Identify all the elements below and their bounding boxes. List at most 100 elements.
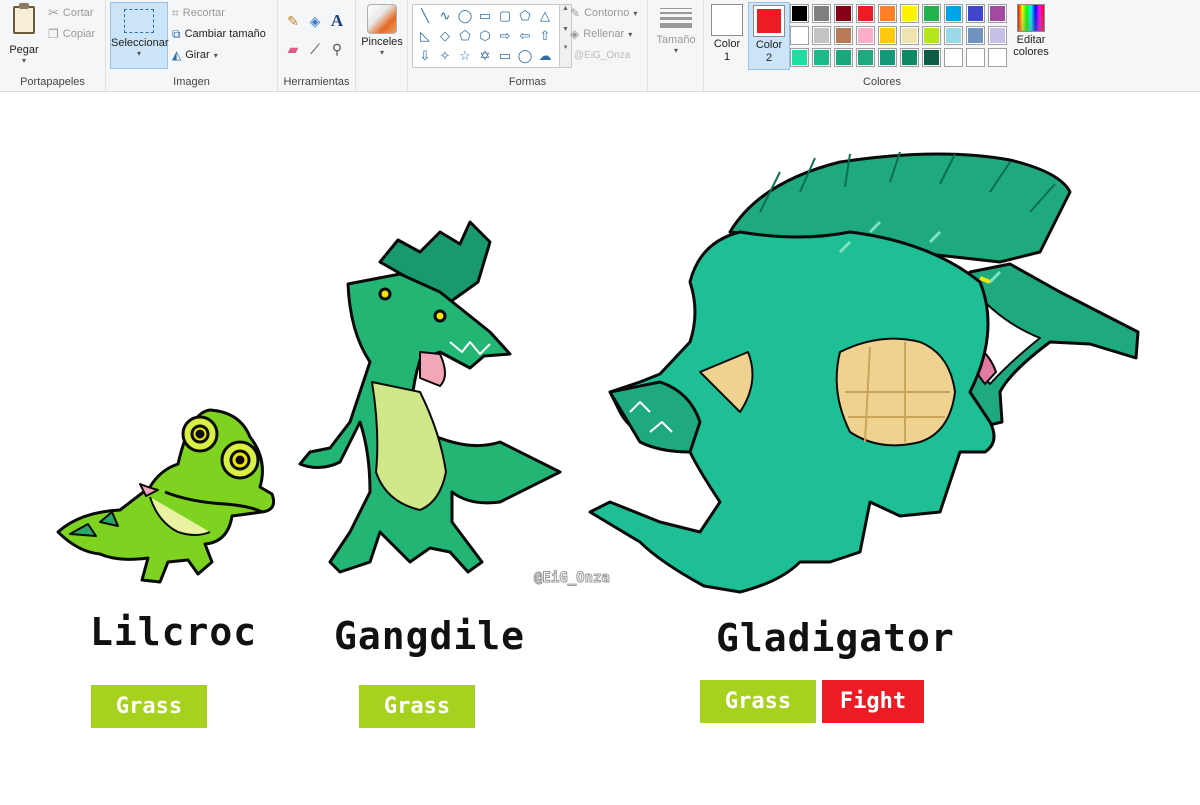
tools-group-label: Herramientas bbox=[283, 76, 350, 88]
star5-shape-icon[interactable]: ☆ bbox=[455, 46, 475, 66]
outline-button[interactable]: ✎ Contorno ▾ bbox=[570, 3, 637, 23]
rotate-button[interactable]: ◭ Girar ▾ bbox=[172, 45, 218, 65]
color1-number: 1 bbox=[723, 51, 731, 63]
select-button[interactable]: Seleccionar ▾ bbox=[110, 2, 168, 69]
tools-group: ✎ ◈ A ▰ ⟋ ⚲ Herramientas bbox=[278, 0, 356, 91]
chevron-down-icon: ▾ bbox=[21, 56, 26, 65]
palette-color-swatch[interactable] bbox=[988, 26, 1007, 45]
palette-color-swatch[interactable] bbox=[878, 48, 897, 67]
star4-shape-icon[interactable]: ✧ bbox=[435, 46, 455, 66]
rectangle-shape-icon[interactable]: ▭ bbox=[475, 6, 495, 26]
palette-color-swatch[interactable] bbox=[834, 48, 853, 67]
triangle-shape-icon[interactable]: △ bbox=[535, 6, 555, 26]
eraser-icon[interactable]: ▰ bbox=[284, 40, 302, 58]
oval-shape-icon[interactable]: ◯ bbox=[455, 6, 475, 26]
crop-icon: ⌗ bbox=[172, 5, 179, 20]
palette-color-swatch[interactable] bbox=[834, 26, 853, 45]
palette-color-swatch[interactable] bbox=[944, 48, 963, 67]
size-group: Tamaño ▾ bbox=[648, 0, 704, 91]
palette-color-swatch[interactable] bbox=[966, 4, 985, 23]
color1-button[interactable]: Color 1 bbox=[706, 2, 748, 70]
gangdile-sprite bbox=[298, 220, 562, 574]
right-triangle-shape-icon[interactable]: ◺ bbox=[415, 26, 435, 46]
fill-bucket-icon[interactable]: ◈ bbox=[306, 12, 324, 30]
palette-color-swatch[interactable] bbox=[966, 26, 985, 45]
chevron-down-icon: ▾ bbox=[136, 49, 141, 58]
chevron-down-icon: ▾ bbox=[633, 8, 638, 18]
palette-color-swatch[interactable] bbox=[790, 4, 809, 23]
color2-button[interactable]: Color 2 bbox=[748, 2, 790, 70]
callout-oval-shape-icon[interactable]: ◯ bbox=[515, 46, 535, 66]
palette-color-swatch[interactable] bbox=[944, 4, 963, 23]
arrow-down-shape-icon[interactable]: ⇩ bbox=[415, 46, 435, 66]
gangdile-name: Gangdile bbox=[334, 614, 526, 658]
copy-icon: ❐ bbox=[48, 27, 59, 41]
palette-color-swatch[interactable] bbox=[900, 4, 919, 23]
arrow-left-shape-icon[interactable]: ⇦ bbox=[515, 26, 535, 46]
brushes-button[interactable]: Pinceles ▾ bbox=[360, 4, 404, 66]
diamond-shape-icon[interactable]: ◇ bbox=[435, 26, 455, 46]
crop-button[interactable]: ⌗ Recortar bbox=[172, 3, 225, 23]
palette-color-swatch[interactable] bbox=[812, 26, 831, 45]
size-button[interactable]: Tamaño ▾ bbox=[656, 4, 696, 66]
rotate-icon: ◭ bbox=[172, 48, 182, 62]
resize-button[interactable]: ⧉ Cambiar tamaño bbox=[172, 24, 266, 44]
palette-color-swatch[interactable] bbox=[922, 48, 941, 67]
palette-color-swatch[interactable] bbox=[922, 26, 941, 45]
edit-colors-button[interactable]: Editar colores bbox=[1008, 4, 1054, 68]
star6-shape-icon[interactable]: ✡ bbox=[475, 46, 495, 66]
cut-button[interactable]: ✂ Cortar bbox=[48, 3, 93, 23]
copy-button[interactable]: ❐ Copiar bbox=[48, 24, 95, 44]
rounded-rectangle-shape-icon[interactable]: ▢ bbox=[495, 6, 515, 26]
palette-color-swatch[interactable] bbox=[790, 26, 809, 45]
arrow-right-shape-icon[interactable]: ⇨ bbox=[495, 26, 515, 46]
edit-colors-label-1: Editar bbox=[1016, 34, 1046, 46]
palette-color-swatch[interactable] bbox=[856, 4, 875, 23]
line-shape-icon[interactable]: ╲ bbox=[415, 6, 435, 26]
palette-color-swatch[interactable] bbox=[900, 48, 919, 67]
colors-group: Color 1 Color 2 Editar colores Colores bbox=[704, 0, 1060, 91]
arrow-up-shape-icon[interactable]: ⇧ bbox=[535, 26, 555, 46]
hexagon-shape-icon[interactable]: ⬡ bbox=[475, 26, 495, 46]
pentagon-shape-icon[interactable]: ⬠ bbox=[455, 26, 475, 46]
text-tool-icon[interactable]: A bbox=[328, 11, 346, 30]
magnifier-icon[interactable]: ⚲ bbox=[328, 40, 346, 58]
palette-color-swatch[interactable] bbox=[988, 4, 1007, 23]
chevron-down-icon: ▾ bbox=[213, 50, 218, 60]
brushes-label: Pinceles bbox=[361, 36, 403, 48]
curve-shape-icon[interactable]: ∿ bbox=[435, 6, 455, 26]
palette-color-swatch[interactable] bbox=[790, 48, 809, 67]
lilcroc-name: Lilcroc bbox=[90, 610, 258, 654]
palette-color-swatch[interactable] bbox=[834, 4, 853, 23]
palette-color-swatch[interactable] bbox=[944, 26, 963, 45]
color-picker-icon[interactable]: ⟋ bbox=[306, 40, 324, 58]
polygon-shape-icon[interactable]: ⬠ bbox=[515, 6, 535, 26]
palette-color-swatch[interactable] bbox=[878, 26, 897, 45]
ribbon: Pegar ▾ ✂ Cortar ❐ Copiar Portapapeles S… bbox=[0, 0, 1200, 92]
colors-group-label: Colores bbox=[863, 76, 901, 88]
scissors-icon: ✂ bbox=[48, 5, 59, 20]
pencil-icon[interactable]: ✎ bbox=[284, 12, 302, 30]
type-badge: Fight bbox=[822, 680, 924, 723]
palette-color-swatch[interactable] bbox=[900, 26, 919, 45]
palette-color-swatch[interactable] bbox=[856, 26, 875, 45]
palette-color-swatch[interactable] bbox=[856, 48, 875, 67]
image-group: Seleccionar ▾ ⌗ Recortar ⧉ Cambiar tamañ… bbox=[106, 0, 278, 91]
palette-color-swatch[interactable] bbox=[922, 4, 941, 23]
paint-canvas[interactable]: Lilcroc Gangdile Gladigator Grass Grass … bbox=[0, 92, 1200, 805]
expand-gallery-icon[interactable]: ▾ bbox=[560, 43, 571, 51]
callout-cloud-shape-icon[interactable]: ☁ bbox=[535, 46, 555, 66]
palette-color-swatch[interactable] bbox=[966, 48, 985, 67]
palette-color-swatch[interactable] bbox=[878, 4, 897, 23]
palette-color-swatch[interactable] bbox=[988, 48, 1007, 67]
color2-swatch bbox=[753, 5, 785, 37]
clipboard-group-label: Portapapeles bbox=[20, 76, 85, 88]
palette-color-swatch[interactable] bbox=[812, 48, 831, 67]
palette-color-swatch[interactable] bbox=[812, 4, 831, 23]
callout-rect-shape-icon[interactable]: ▭ bbox=[495, 46, 515, 66]
chevron-down-icon: ▾ bbox=[628, 29, 633, 39]
chevron-down-icon: ▾ bbox=[379, 48, 384, 57]
paste-button[interactable]: Pegar ▾ bbox=[6, 3, 42, 66]
clipboard-icon bbox=[13, 3, 35, 34]
fill-button[interactable]: ◈ Rellenar ▾ bbox=[570, 24, 632, 44]
